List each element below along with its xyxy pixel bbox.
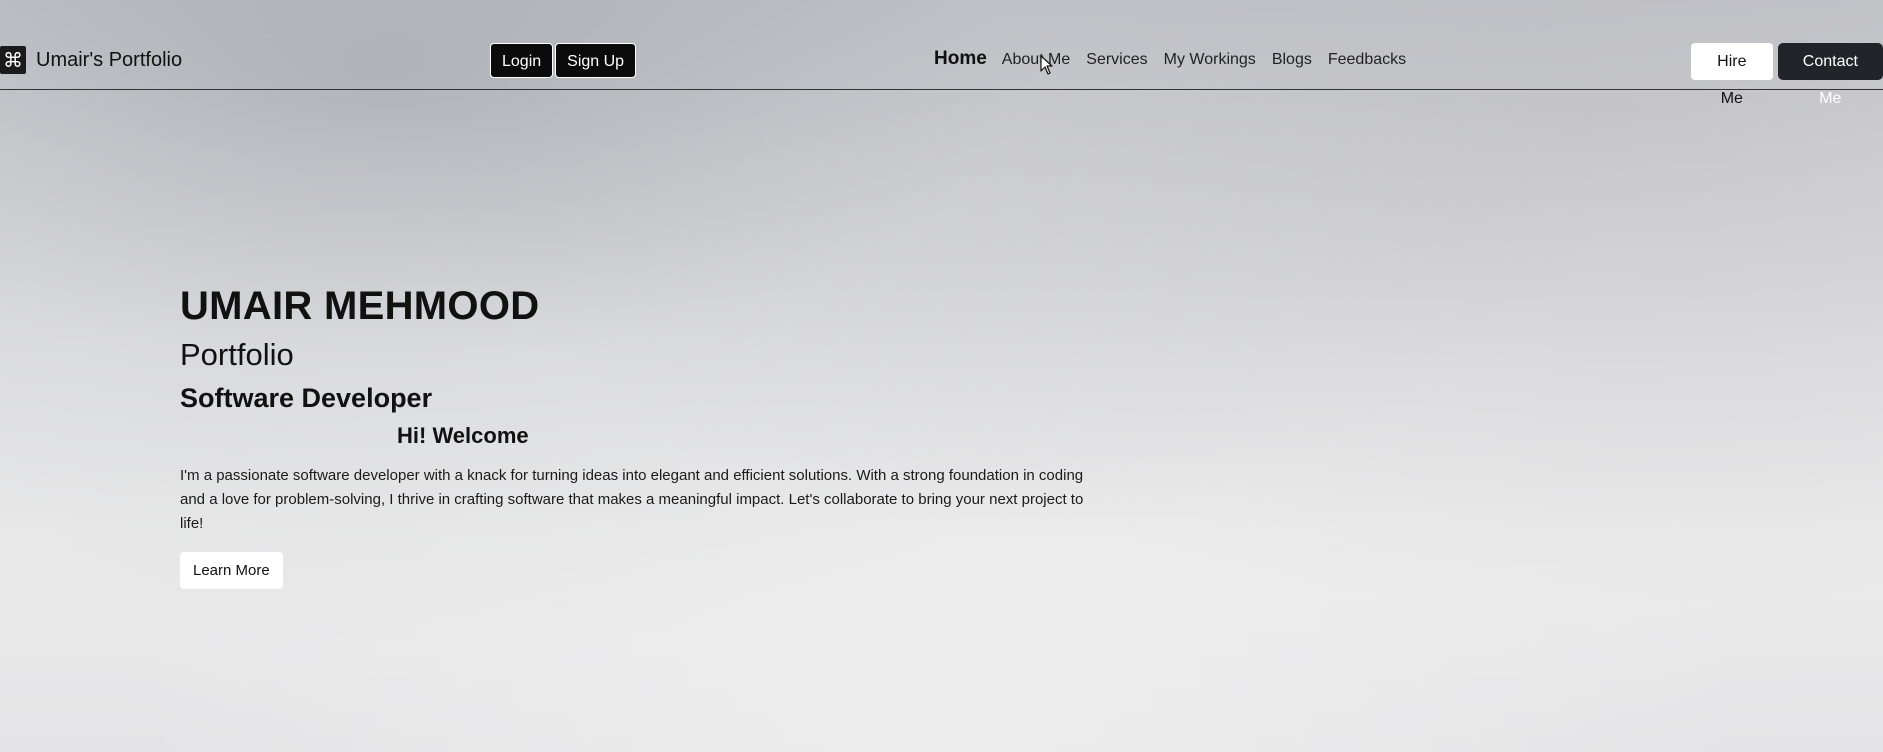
nav-link-about-me[interactable]: About Me	[1002, 51, 1070, 69]
brand-text[interactable]: Umair's Portfolio	[36, 49, 182, 72]
mouse-cursor-icon	[1040, 55, 1053, 75]
cta-buttons: Hire Me Contact Me	[1691, 43, 1883, 107]
nav-link-home[interactable]: Home	[934, 48, 987, 70]
hero-subtitle-role: Software Developer	[180, 383, 433, 413]
hero-subtitle-portfolio: Portfolio	[180, 337, 294, 372]
command-icon: ⌘	[0, 46, 26, 74]
login-button[interactable]: Login	[490, 43, 554, 78]
hire-me-button[interactable]: Hire Me	[1691, 43, 1773, 107]
nav-link-services[interactable]: Services	[1086, 51, 1147, 69]
hero-name: UMAIR MEHMOOD	[180, 284, 540, 328]
navbar: ⌘ Umair's Portfolio Login Sign Up Home A…	[0, 0, 1883, 107]
auth-buttons: Login Sign Up	[490, 43, 637, 78]
brand[interactable]: ⌘ Umair's Portfolio	[0, 46, 182, 74]
contact-me-button[interactable]: Contact Me	[1777, 43, 1883, 107]
learn-more-button[interactable]: Learn More	[180, 552, 283, 589]
nav-link-feedbacks[interactable]: Feedbacks	[1328, 51, 1406, 69]
hero-description: I'm a passionate software developer with…	[180, 467, 1084, 532]
nav-links: Home About Me Services My Workings Blogs…	[934, 48, 1422, 70]
nav-link-blogs[interactable]: Blogs	[1272, 51, 1312, 69]
nav-link-my-workings[interactable]: My Workings	[1164, 51, 1256, 69]
signup-button[interactable]: Sign Up	[555, 43, 637, 78]
hero-welcome: Hi! Welcome	[397, 423, 529, 448]
hero-section: UMAIR MEHMOOD Portfolio Software Develop…	[180, 280, 1100, 589]
